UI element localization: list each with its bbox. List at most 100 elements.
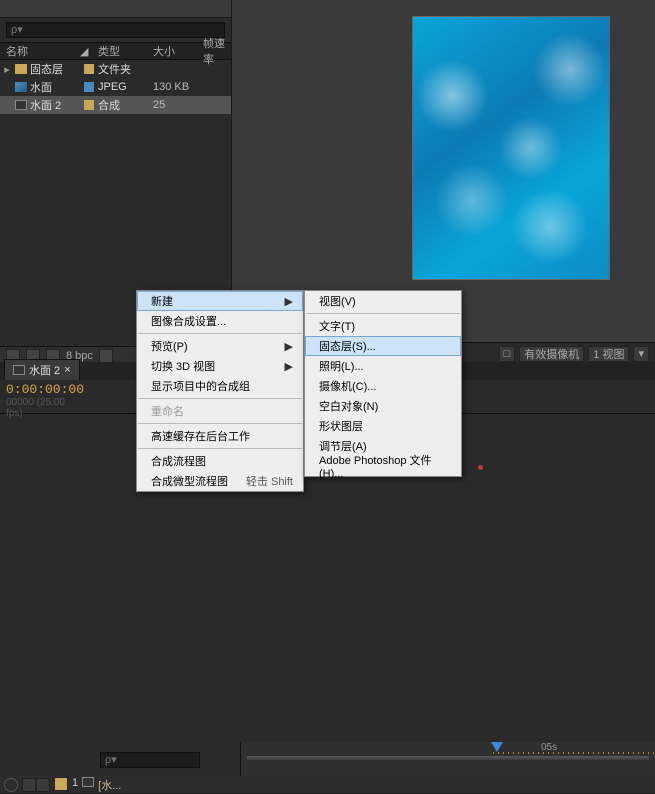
timeline-tab[interactable]: 水面 2 × (4, 359, 80, 380)
menu-item-label: 合成流程图 (151, 453, 206, 469)
solo-toggle[interactable] (22, 778, 36, 792)
item-name: 水面 (30, 79, 52, 95)
menu-item[interactable]: 形状图层 (305, 416, 461, 436)
menu-item[interactable]: 新建 ▶ (137, 291, 303, 311)
menu-item-label: 新建 (151, 293, 173, 309)
menu-item-label: 重命名 (151, 403, 184, 419)
menu-separator (138, 398, 302, 399)
menu-item[interactable]: 摄像机(C)... (305, 376, 461, 396)
submenu-arrow-icon: ▶ (285, 295, 293, 308)
menu-item-label: 合成微型流程图 (151, 473, 228, 489)
submenu-arrow-icon: ▶ (285, 340, 293, 353)
timeline-search-input[interactable] (100, 752, 200, 768)
project-search-row (0, 18, 231, 42)
tab-label: 水面 2 (29, 362, 60, 378)
folder-icon (15, 64, 27, 74)
menu-item-label: 高速缓存在后台工作 (151, 428, 250, 444)
comp-icon (15, 100, 27, 110)
project-item[interactable]: 水面 2合成25 (0, 96, 231, 114)
menu-item-label: 照明(L)... (319, 358, 364, 374)
project-search-input[interactable] (6, 22, 225, 38)
item-type: 文件夹 (98, 61, 153, 77)
menu-item-label: 空白对象(N) (319, 398, 378, 414)
playhead-icon[interactable] (491, 742, 503, 752)
project-rows: ▸ 固态层 文件夹水面 JPEG130 KB 水面 2合成25 (0, 60, 231, 114)
twirl-icon[interactable]: ▸ (2, 63, 12, 76)
menu-item-label: 文字(T) (319, 318, 355, 334)
submenu-arrow-icon: ▶ (285, 360, 293, 373)
lock-toggle[interactable] (36, 778, 50, 792)
layer-index: 1 (72, 777, 78, 793)
col-name[interactable]: 名称 (0, 43, 80, 59)
col-last[interactable]: 帧速率 (203, 35, 231, 67)
menu-item-label: 预览(P) (151, 338, 188, 354)
item-type: 合成 (98, 97, 153, 113)
menu-item[interactable]: 预览(P) ▶ (137, 336, 303, 356)
zoom-slider[interactable] (247, 756, 649, 760)
menu-separator (306, 313, 460, 314)
col-size[interactable]: 大小 (153, 43, 203, 59)
menu-item-label: 视图(V) (319, 293, 356, 309)
comp-icon (13, 365, 25, 375)
time-ruler[interactable]: 05s (240, 742, 655, 776)
col-tag[interactable]: ◢ (80, 45, 98, 58)
menu-item[interactable]: 显示项目中的合成组 (137, 376, 303, 396)
menu-item[interactable]: 空白对象(N) (305, 396, 461, 416)
views-dropdown[interactable]: 1 视图 (588, 346, 629, 362)
menu-item: 重命名 (137, 401, 303, 421)
image-icon (15, 82, 27, 92)
menu-item[interactable]: 固态层(S)... (305, 336, 461, 356)
menu-item[interactable]: 图像合成设置... (137, 311, 303, 331)
ruler-mark: 05s (541, 742, 557, 753)
project-panel-header (0, 0, 231, 18)
menu-item-label: 摄像机(C)... (319, 378, 376, 394)
menu-item[interactable]: 合成流程图 (137, 451, 303, 471)
timecode-box[interactable]: 0:00:00:00 00000 (25.00 fps) (0, 380, 80, 413)
label-swatch[interactable] (84, 100, 94, 110)
menu-item[interactable]: 视图(V) (305, 291, 461, 311)
menu-item-label: 切换 3D 视图 (151, 358, 215, 374)
project-item[interactable]: ▸ 固态层 文件夹 (0, 60, 231, 78)
menu-separator (138, 448, 302, 449)
menu-item-label: 图像合成设置... (151, 313, 226, 329)
menu-item[interactable]: 切换 3D 视图 ▶ (137, 356, 303, 376)
camera-dropdown[interactable]: 有效摄像机 (519, 346, 584, 362)
toggle-mask-icon[interactable]: □ (499, 346, 516, 362)
menu-separator (138, 423, 302, 424)
menu-item-label: Adobe Photoshop 文件(H)... (319, 452, 451, 480)
trash-icon[interactable] (99, 349, 113, 363)
label-swatch[interactable] (84, 82, 94, 92)
preview-image-water (412, 16, 610, 280)
project-columns-header: 名称 ◢ 类型 大小 帧速率 (0, 42, 231, 60)
layer-row[interactable]: 1 [水... (0, 776, 655, 794)
menu-item-label: 显示项目中的合成组 (151, 378, 250, 394)
menu-item[interactable]: 合成微型流程图 轻击 Shift (137, 471, 303, 491)
menu-item[interactable]: 照明(L)... (305, 356, 461, 376)
menu-item-label: 固态层(S)... (319, 338, 376, 354)
item-name: 固态层 (30, 61, 63, 77)
menu-hotkey: 轻击 Shift (246, 473, 293, 489)
current-timecode: 0:00:00:00 (6, 382, 74, 397)
close-icon[interactable]: × (64, 364, 70, 376)
menu-separator (138, 333, 302, 334)
menu-item-label: 形状图层 (319, 418, 363, 434)
layer-type-icon (82, 777, 94, 787)
label-color[interactable] (54, 777, 68, 791)
context-menu-main[interactable]: 新建 ▶ 图像合成设置... 预览(P) ▶ 切换 3D 视图 ▶ 显示项目中的合成组重命名高… (136, 290, 304, 492)
label-swatch[interactable] (84, 64, 94, 74)
viewer-more-icon[interactable]: ▾ (633, 346, 649, 362)
item-type: JPEG (98, 81, 153, 93)
layer-name: [水... (98, 777, 121, 793)
col-type[interactable]: 类型 (98, 43, 153, 59)
framerate-label: 00000 (25.00 fps) (6, 397, 74, 419)
project-item[interactable]: 水面 JPEG130 KB (0, 78, 231, 96)
menu-item[interactable]: 文字(T) (305, 316, 461, 336)
work-area-bar[interactable] (493, 752, 655, 754)
menu-item[interactable]: Adobe Photoshop 文件(H)... (305, 456, 461, 476)
context-menu-new[interactable]: 视图(V) 文字(T) 固态层(S)... 照明(L)... 摄像机(C)... 空白对象… (304, 290, 462, 477)
menu-item[interactable]: 高速缓存在后台工作 (137, 426, 303, 446)
item-size: 25 (153, 99, 203, 111)
visibility-toggle-icon[interactable] (4, 778, 18, 792)
item-size: 130 KB (153, 81, 203, 93)
marker-icon (478, 465, 483, 470)
